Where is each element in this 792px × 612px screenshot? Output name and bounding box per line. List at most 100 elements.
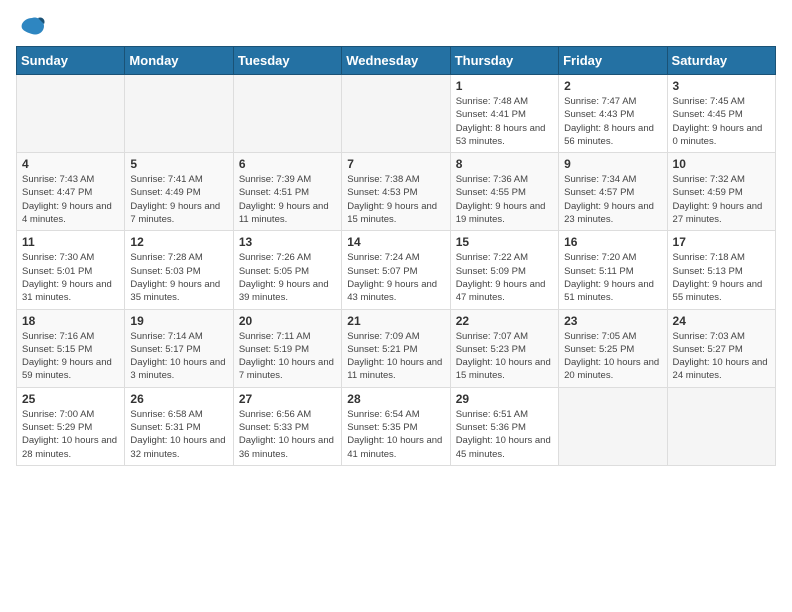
day-number: 29 — [456, 392, 553, 406]
calendar-cell — [667, 387, 775, 465]
day-number: 3 — [673, 79, 770, 93]
calendar-cell: 27 Sunrise: 6:56 AMSunset: 5:33 PMDayligh… — [233, 387, 341, 465]
calendar-cell: 25 Sunrise: 7:00 AMSunset: 5:29 PMDayligh… — [17, 387, 125, 465]
day-number: 12 — [130, 235, 227, 249]
day-number: 4 — [22, 157, 119, 171]
day-number: 5 — [130, 157, 227, 171]
day-number: 17 — [673, 235, 770, 249]
day-number: 8 — [456, 157, 553, 171]
calendar-week-row: 11 Sunrise: 7:30 AMSunset: 5:01 PMDayligh… — [17, 231, 776, 309]
calendar-cell: 15 Sunrise: 7:22 AMSunset: 5:09 PMDayligh… — [450, 231, 558, 309]
day-info: Sunrise: 7:48 AMSunset: 4:41 PMDaylight:… — [456, 95, 553, 148]
calendar-cell: 29 Sunrise: 6:51 AMSunset: 5:36 PMDayligh… — [450, 387, 558, 465]
calendar-week-row: 18Sunrise: 7:16 AMSunset: 5:15 PMDayligh… — [17, 309, 776, 387]
day-number: 22 — [456, 314, 553, 328]
calendar-cell: 4 Sunrise: 7:43 AMSunset: 4:47 PMDaylight… — [17, 153, 125, 231]
day-info: Sunrise: 7:30 AMSunset: 5:01 PMDaylight:… — [22, 251, 119, 304]
calendar-header-row: SundayMondayTuesdayWednesdayThursdayFrid… — [17, 47, 776, 75]
day-info: Sunrise: 7:39 AMSunset: 4:51 PMDaylight:… — [239, 173, 336, 226]
calendar-cell: 6 Sunrise: 7:39 AMSunset: 4:51 PMDaylight… — [233, 153, 341, 231]
calendar-cell — [559, 387, 667, 465]
calendar-week-row: 4 Sunrise: 7:43 AMSunset: 4:47 PMDaylight… — [17, 153, 776, 231]
calendar-cell: 26Sunrise: 6:58 AMSunset: 5:31 PMDayligh… — [125, 387, 233, 465]
day-number: 2 — [564, 79, 661, 93]
calendar-cell — [17, 75, 125, 153]
day-info: Sunrise: 7:36 AMSunset: 4:55 PMDaylight:… — [456, 173, 553, 226]
calendar-cell: 9 Sunrise: 7:34 AMSunset: 4:57 PMDaylight… — [559, 153, 667, 231]
calendar-week-row: 1 Sunrise: 7:48 AMSunset: 4:41 PMDaylight… — [17, 75, 776, 153]
calendar-cell: 19 Sunrise: 7:14 AMSunset: 5:17 PMDayligh… — [125, 309, 233, 387]
day-number: 28 — [347, 392, 444, 406]
calendar-cell: 7Sunrise: 7:38 AMSunset: 4:53 PMDaylight… — [342, 153, 450, 231]
day-number: 21 — [347, 314, 444, 328]
day-info: Sunrise: 7:11 AMSunset: 5:19 PMDaylight:… — [239, 330, 336, 383]
calendar-cell: 20 Sunrise: 7:11 AMSunset: 5:19 PMDayligh… — [233, 309, 341, 387]
day-number: 16 — [564, 235, 661, 249]
day-number: 10 — [673, 157, 770, 171]
calendar-cell — [342, 75, 450, 153]
day-number: 19 — [130, 314, 227, 328]
page-header — [16, 16, 776, 38]
calendar-cell: 24Sunrise: 7:03 AMSunset: 5:27 PMDayligh… — [667, 309, 775, 387]
calendar-cell — [233, 75, 341, 153]
day-info: Sunrise: 7:34 AMSunset: 4:57 PMDaylight:… — [564, 173, 661, 226]
calendar-cell: 1 Sunrise: 7:48 AMSunset: 4:41 PMDaylight… — [450, 75, 558, 153]
day-info: Sunrise: 7:18 AMSunset: 5:13 PMDaylight:… — [673, 251, 770, 304]
day-info: Sunrise: 7:28 AMSunset: 5:03 PMDaylight:… — [130, 251, 227, 304]
calendar-cell: 16 Sunrise: 7:20 AMSunset: 5:11 PMDayligh… — [559, 231, 667, 309]
day-number: 23 — [564, 314, 661, 328]
calendar-cell: 12 Sunrise: 7:28 AMSunset: 5:03 PMDayligh… — [125, 231, 233, 309]
calendar-cell: 28 Sunrise: 6:54 AMSunset: 5:35 PMDayligh… — [342, 387, 450, 465]
day-info: Sunrise: 7:47 AMSunset: 4:43 PMDaylight:… — [564, 95, 661, 148]
day-number: 27 — [239, 392, 336, 406]
day-number: 20 — [239, 314, 336, 328]
day-info: Sunrise: 7:00 AMSunset: 5:29 PMDaylight:… — [22, 408, 119, 461]
day-info: Sunrise: 7:45 AMSunset: 4:45 PMDaylight:… — [673, 95, 770, 148]
day-number: 25 — [22, 392, 119, 406]
day-number: 24 — [673, 314, 770, 328]
calendar-cell: 5 Sunrise: 7:41 AMSunset: 4:49 PMDaylight… — [125, 153, 233, 231]
calendar-cell: 11 Sunrise: 7:30 AMSunset: 5:01 PMDayligh… — [17, 231, 125, 309]
calendar-cell: 3 Sunrise: 7:45 AMSunset: 4:45 PMDaylight… — [667, 75, 775, 153]
weekday-header: Monday — [125, 47, 233, 75]
day-info: Sunrise: 7:41 AMSunset: 4:49 PMDaylight:… — [130, 173, 227, 226]
weekday-header: Friday — [559, 47, 667, 75]
calendar-cell: 17 Sunrise: 7:18 AMSunset: 5:13 PMDayligh… — [667, 231, 775, 309]
day-info: Sunrise: 7:38 AMSunset: 4:53 PMDaylight:… — [347, 173, 444, 226]
day-info: Sunrise: 7:43 AMSunset: 4:47 PMDaylight:… — [22, 173, 119, 226]
day-info: Sunrise: 6:51 AMSunset: 5:36 PMDaylight:… — [456, 408, 553, 461]
logo — [16, 16, 46, 38]
day-info: Sunrise: 7:07 AMSunset: 5:23 PMDaylight:… — [456, 330, 553, 383]
weekday-header: Tuesday — [233, 47, 341, 75]
calendar-cell: 18Sunrise: 7:16 AMSunset: 5:15 PMDayligh… — [17, 309, 125, 387]
day-info: Sunrise: 7:20 AMSunset: 5:11 PMDaylight:… — [564, 251, 661, 304]
day-number: 11 — [22, 235, 119, 249]
day-info: Sunrise: 7:16 AMSunset: 5:15 PMDaylight:… — [22, 330, 119, 383]
weekday-header: Saturday — [667, 47, 775, 75]
day-info: Sunrise: 6:56 AMSunset: 5:33 PMDaylight:… — [239, 408, 336, 461]
day-info: Sunrise: 7:32 AMSunset: 4:59 PMDaylight:… — [673, 173, 770, 226]
calendar-cell: 22 Sunrise: 7:07 AMSunset: 5:23 PMDayligh… — [450, 309, 558, 387]
day-info: Sunrise: 7:14 AMSunset: 5:17 PMDaylight:… — [130, 330, 227, 383]
day-number: 1 — [456, 79, 553, 93]
day-info: Sunrise: 6:54 AMSunset: 5:35 PMDaylight:… — [347, 408, 444, 461]
day-number: 6 — [239, 157, 336, 171]
day-info: Sunrise: 7:09 AMSunset: 5:21 PMDaylight:… — [347, 330, 444, 383]
day-number: 9 — [564, 157, 661, 171]
day-info: Sunrise: 7:22 AMSunset: 5:09 PMDaylight:… — [456, 251, 553, 304]
weekday-header: Sunday — [17, 47, 125, 75]
calendar-cell — [125, 75, 233, 153]
calendar-cell: 13Sunrise: 7:26 AMSunset: 5:05 PMDayligh… — [233, 231, 341, 309]
day-number: 26 — [130, 392, 227, 406]
calendar-cell: 10 Sunrise: 7:32 AMSunset: 4:59 PMDayligh… — [667, 153, 775, 231]
calendar-cell: 2 Sunrise: 7:47 AMSunset: 4:43 PMDaylight… — [559, 75, 667, 153]
calendar-table: SundayMondayTuesdayWednesdayThursdayFrid… — [16, 46, 776, 466]
weekday-header: Wednesday — [342, 47, 450, 75]
calendar-cell: 14Sunrise: 7:24 AMSunset: 5:07 PMDayligh… — [342, 231, 450, 309]
day-number: 13 — [239, 235, 336, 249]
calendar-cell: 8 Sunrise: 7:36 AMSunset: 4:55 PMDaylight… — [450, 153, 558, 231]
day-info: Sunrise: 7:24 AMSunset: 5:07 PMDaylight:… — [347, 251, 444, 304]
day-number: 15 — [456, 235, 553, 249]
weekday-header: Thursday — [450, 47, 558, 75]
day-info: Sunrise: 7:05 AMSunset: 5:25 PMDaylight:… — [564, 330, 661, 383]
